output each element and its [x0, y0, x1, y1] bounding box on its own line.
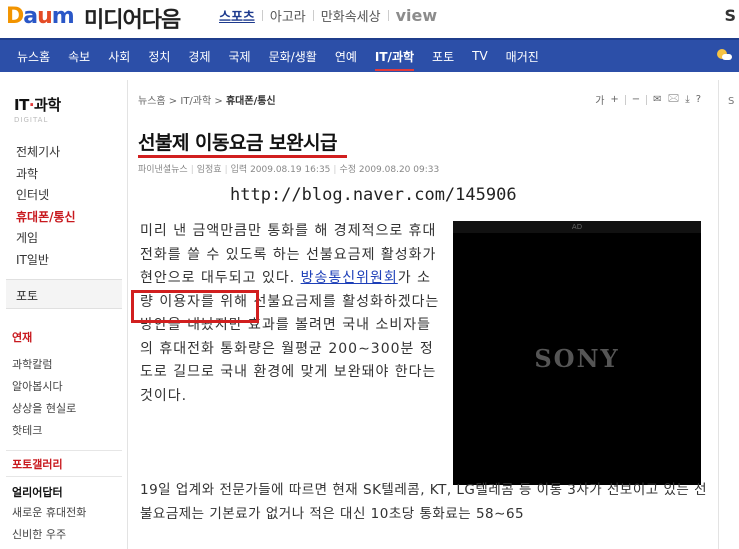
byline-edit-time: 2009.08.20 09:33 [358, 165, 440, 175]
sidebar-item-science[interactable]: 과학 [16, 164, 76, 186]
zoom-out-icon[interactable]: − [629, 94, 643, 105]
series-item-explain[interactable]: 알아봅시다 [12, 376, 76, 398]
blog-watermark: http://blog.naver.com/145906 [230, 185, 517, 205]
series-list: 과학칼럼 알아봅시다 상상을 현실로 핫테크 [12, 354, 76, 442]
divider [624, 94, 626, 105]
sidebar-item-mobile[interactable]: 휴대폰/통신 [16, 207, 76, 229]
breadcrumb-category[interactable]: IT/과학 [180, 96, 211, 107]
kcc-link[interactable]: 방송통신위원회 [301, 270, 398, 286]
breadcrumb-sep: > [214, 96, 223, 107]
help-icon[interactable]: ? [693, 94, 704, 105]
right-column: S [718, 80, 739, 549]
main-nav: 뉴스홈 속보 사회 정치 경제 국제 문화/생활 연예 IT/과학 포토 TV … [0, 38, 739, 72]
divider [6, 476, 122, 477]
heading-subtitle: DIGITAL [14, 116, 49, 124]
sidebar-item-game[interactable]: 게임 [16, 228, 76, 250]
logo-letter-m: m [51, 4, 75, 29]
nav-item-culture[interactable]: 문화/생활 [260, 48, 326, 65]
right-column-letter: S [728, 96, 735, 107]
byline-input-label: 입력 [230, 165, 248, 175]
zoom-in-icon[interactable]: + [607, 94, 621, 105]
top-link-view[interactable]: view [389, 6, 445, 25]
nav-item-photo[interactable]: 포토 [423, 48, 463, 65]
top-link-agora[interactable]: 아고라 [263, 6, 313, 25]
byline-reporter[interactable]: 임정효 [197, 165, 222, 175]
article-tools: 가 + − ✉ 🖂 ⤓ ? [592, 91, 704, 108]
nav-item-society[interactable]: 사회 [99, 48, 139, 65]
weather-icon[interactable] [717, 48, 733, 62]
divider [6, 450, 122, 451]
sidebar-item-internet[interactable]: 인터넷 [16, 185, 76, 207]
byline-edit-label: 수정 [339, 165, 356, 175]
top-links: 스포츠 아고라 만화속세상 view [212, 6, 444, 25]
sidebar-photo-label: 포토 [16, 289, 39, 303]
headline-highlight [138, 155, 347, 158]
nav-item-news-home[interactable]: 뉴스홈 [8, 48, 59, 65]
breadcrumb-current[interactable]: 휴대폰/통신 [226, 96, 276, 107]
early-adopter-list: 새로운 휴대전화 신비한 우주 [12, 502, 86, 546]
early-adopter-item-phone[interactable]: 새로운 휴대전화 [12, 502, 86, 524]
sidebar-item-all[interactable]: 전체기사 [16, 142, 76, 164]
series-item-hottech[interactable]: 핫테크 [12, 420, 76, 442]
article-paragraph-2: 19일 업계와 전문가들에 따르면 현재 SK텔레콤, KT, LG텔레콤 등 … [140, 482, 708, 522]
logo-letter-u: u [37, 4, 53, 29]
nav-item-politics[interactable]: 정치 [139, 48, 179, 65]
logo-letter-d: D [6, 4, 24, 29]
early-adopter-item-space[interactable]: 신비한 우주 [12, 524, 86, 546]
top-bar: Daum 미디어다음 스포츠 아고라 만화속세상 view S [0, 0, 739, 36]
nav-item-world[interactable]: 국제 [220, 48, 260, 65]
sidebar-section-gallery[interactable]: 포토갤러리 [12, 456, 63, 472]
series-item-column[interactable]: 과학칼럼 [12, 354, 76, 376]
article-byline: 파이낸셜뉴스 | 임정효 | 입력 2009.08.19 16:35 | 수정 2009.0… [138, 165, 440, 175]
sidebar-item-it-general[interactable]: IT일반 [16, 250, 76, 272]
daum-logo[interactable]: Daum [6, 4, 75, 29]
advertisement[interactable]: AD SONY [453, 221, 701, 485]
nav-item-economy[interactable]: 경제 [179, 48, 219, 65]
article-headline: 선불제 이동요금 보완시급 [138, 132, 338, 154]
corner-letter: S [724, 6, 736, 25]
breadcrumb-sep: > [168, 96, 178, 107]
email-icon[interactable]: ✉ [650, 94, 664, 105]
heading-it: IT [14, 96, 29, 114]
heading-science: 과학 [34, 96, 61, 114]
ad-label: AD [571, 223, 583, 231]
logo-letter-a: a [23, 4, 38, 29]
byline-source[interactable]: 파이낸셜뉴스 [138, 165, 188, 175]
font-size-icon[interactable]: 가 [592, 92, 607, 107]
breadcrumb-home[interactable]: 뉴스홈 [138, 96, 166, 107]
section-heading: IT·과학 DIGITAL [14, 94, 61, 124]
highlight-box [131, 290, 259, 323]
sidebar-category-list: 전체기사 과학 인터넷 휴대폰/통신 게임 IT일반 [16, 142, 76, 271]
nav-item-breaking[interactable]: 속보 [59, 48, 99, 65]
sidebar-section-early-adopter[interactable]: 얼리어답터 [12, 484, 63, 500]
divider [646, 94, 648, 105]
nav-item-tv[interactable]: TV [463, 49, 497, 63]
ad-brand-logo: SONY [534, 344, 620, 373]
nav-item-entertainment[interactable]: 연예 [326, 48, 366, 65]
print-icon[interactable]: 🖂 [665, 91, 683, 108]
save-icon[interactable]: ⤓ [682, 94, 692, 105]
sidebar-photo-box[interactable]: 포토 [6, 279, 122, 309]
nav-item-magazine[interactable]: 매거진 [497, 48, 548, 65]
nav-item-it-science[interactable]: IT/과학 [366, 48, 423, 71]
site-title[interactable]: 미디어다음 [84, 2, 181, 34]
top-link-sports[interactable]: 스포츠 [212, 6, 262, 25]
byline-input-time: 2009.08.19 16:35 [250, 165, 331, 175]
top-link-cartoon[interactable]: 만화속세상 [314, 6, 388, 25]
breadcrumb: 뉴스홈 > IT/과학 > 휴대폰/통신 [138, 92, 276, 107]
series-item-imagine[interactable]: 상상을 현실로 [12, 398, 76, 420]
sidebar-section-series[interactable]: 연재 [12, 329, 32, 345]
left-sidebar: IT·과학 DIGITAL 전체기사 과학 인터넷 휴대폰/통신 게임 IT일반… [0, 80, 128, 549]
